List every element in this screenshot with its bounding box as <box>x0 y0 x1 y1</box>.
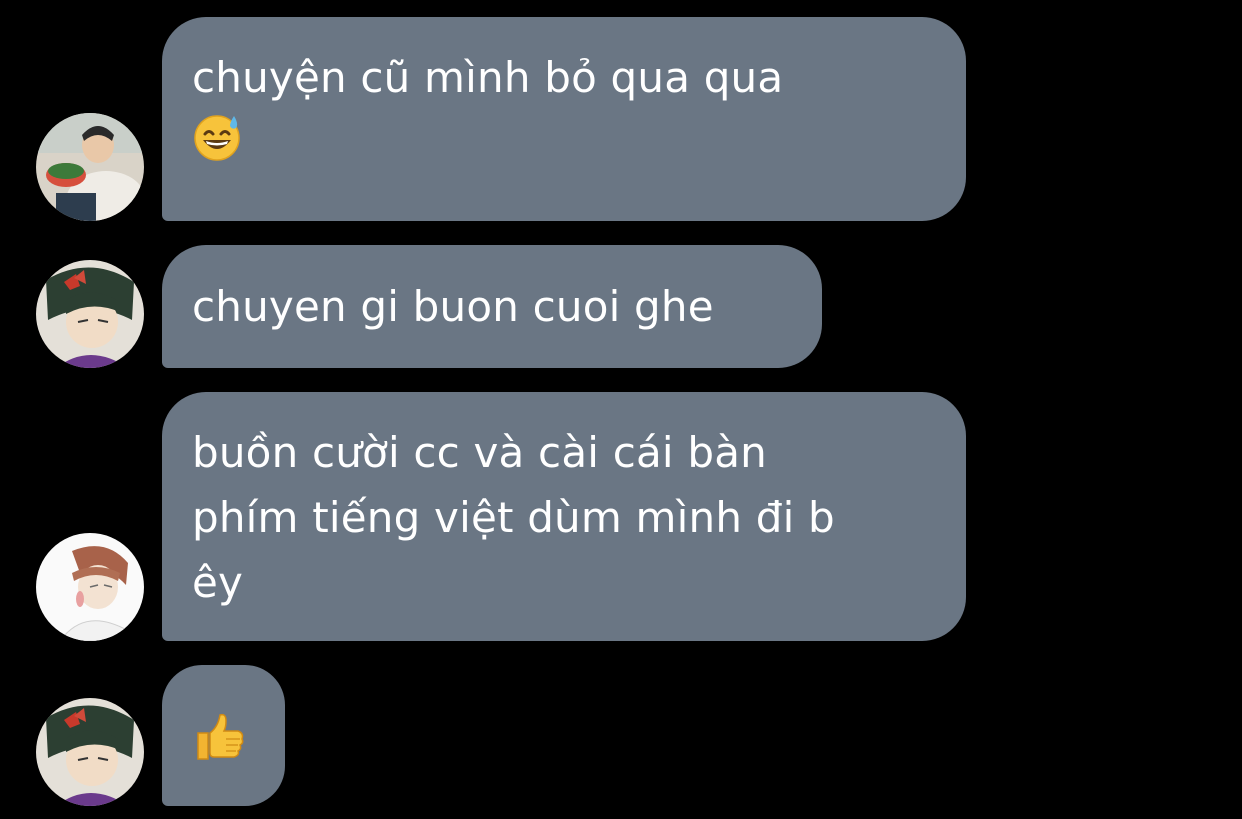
avatar[interactable] <box>36 113 144 221</box>
avatar-image <box>36 533 144 641</box>
avatar[interactable] <box>36 260 144 368</box>
avatar[interactable] <box>36 698 144 806</box>
message-text: buồn cười cc và cài cái bàn phím tiếng v… <box>192 428 835 607</box>
avatar-image <box>36 260 144 368</box>
message-bubble[interactable]: buồn cười cc và cài cái bàn phím tiếng v… <box>162 392 966 641</box>
message-text: chuyen gi buon cuoi ghe <box>192 282 714 331</box>
message-bubble[interactable]: chuyện cũ mình bỏ qua qua <box>162 17 966 221</box>
avatar[interactable] <box>36 533 144 641</box>
grinning-sweat-icon <box>192 112 936 172</box>
message-bubble[interactable]: chuyen gi buon cuoi ghe <box>162 245 822 368</box>
avatar-image <box>36 113 144 221</box>
thumbs-up-icon <box>192 709 255 769</box>
avatar-image <box>36 698 144 806</box>
message-text: chuyện cũ mình bỏ qua qua <box>192 53 784 102</box>
message-bubble[interactable] <box>162 665 285 806</box>
